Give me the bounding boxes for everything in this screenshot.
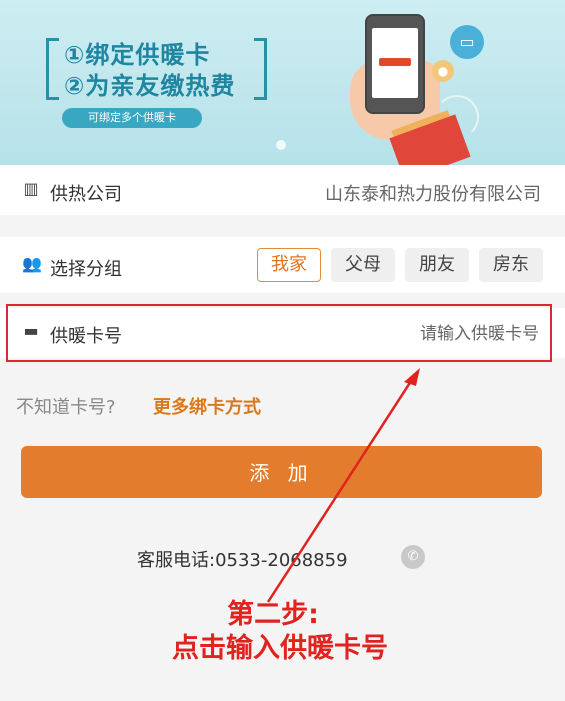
annotation-instruction: 点击输入供暖卡号 <box>172 633 388 664</box>
